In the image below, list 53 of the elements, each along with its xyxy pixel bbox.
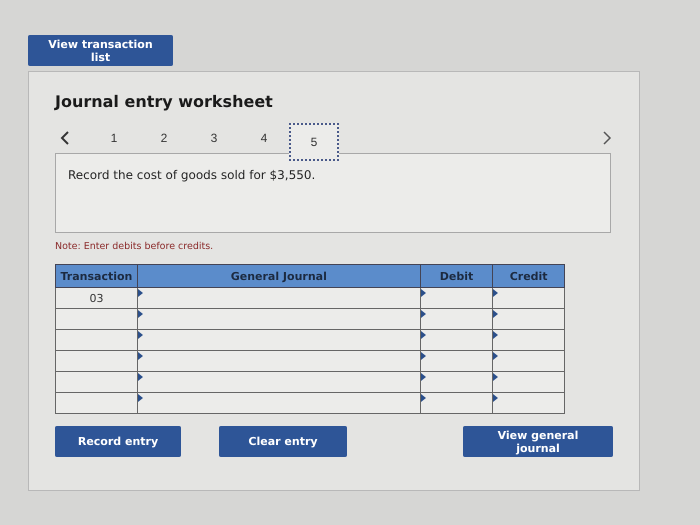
- entry-field[interactable]: [137, 372, 420, 392]
- triangle-icon: [493, 394, 498, 402]
- entry-field[interactable]: [137, 308, 420, 330]
- triangle-icon: [420, 310, 426, 318]
- step-tab[interactable]: 1: [89, 124, 139, 152]
- entry-field[interactable]: [137, 392, 420, 414]
- instruction-text: Record the cost of goods sold for $3,550.: [68, 168, 316, 182]
- entry-field[interactable]: [137, 288, 420, 308]
- entry-field[interactable]: [492, 308, 564, 330]
- transaction-cell: 03: [56, 288, 138, 308]
- step-tab[interactable]: 2: [139, 124, 189, 152]
- triangle-icon: [420, 331, 426, 339]
- triangle-icon: [420, 352, 426, 360]
- action-button[interactable]: Clear entry: [219, 426, 347, 457]
- entry-field[interactable]: [492, 330, 564, 350]
- entry-field[interactable]: [420, 372, 493, 392]
- entry-field[interactable]: [420, 350, 493, 372]
- step-tab[interactable]: 4: [239, 124, 289, 152]
- triangle-icon: [138, 373, 143, 381]
- entry-field[interactable]: [492, 372, 564, 392]
- triangle-icon: [493, 331, 498, 339]
- triangle-icon: [138, 331, 143, 339]
- triangle-icon: [493, 310, 498, 318]
- triangle-icon: [138, 352, 143, 360]
- triangle-icon: [420, 289, 426, 297]
- entry-field[interactable]: [492, 392, 564, 414]
- entry-field[interactable]: [420, 308, 493, 330]
- note-text: Note: Enter debits before credits.: [55, 241, 214, 252]
- triangle-icon: [493, 373, 498, 381]
- step-tab[interactable]: 5: [289, 123, 339, 161]
- entry-field[interactable]: [137, 350, 420, 372]
- column-header: General Journal: [137, 264, 420, 288]
- triangle-icon: [420, 373, 426, 381]
- column-header: Debit: [420, 264, 493, 288]
- step-tab[interactable]: 3: [189, 124, 239, 152]
- column-header: Credit: [492, 264, 564, 288]
- entry-field[interactable]: [492, 288, 564, 308]
- triangle-icon: [420, 394, 426, 402]
- triangle-icon: [493, 352, 498, 360]
- entry-field[interactable]: [420, 330, 493, 350]
- column-header: Transaction: [56, 264, 138, 288]
- triangle-icon: [493, 289, 498, 297]
- entry-field[interactable]: [420, 288, 493, 308]
- triangle-icon: [138, 310, 143, 318]
- entry-field[interactable]: [137, 330, 420, 350]
- action-button[interactable]: View general journal: [463, 426, 613, 457]
- triangle-icon: [138, 394, 143, 402]
- entry-field[interactable]: [420, 392, 493, 414]
- view-transaction-list-button[interactable]: View transaction list: [28, 35, 173, 66]
- worksheet-title: Journal entry worksheet: [55, 92, 274, 111]
- triangle-icon: [138, 289, 143, 297]
- entry-field[interactable]: [492, 350, 564, 372]
- action-button[interactable]: Record entry: [55, 426, 181, 457]
